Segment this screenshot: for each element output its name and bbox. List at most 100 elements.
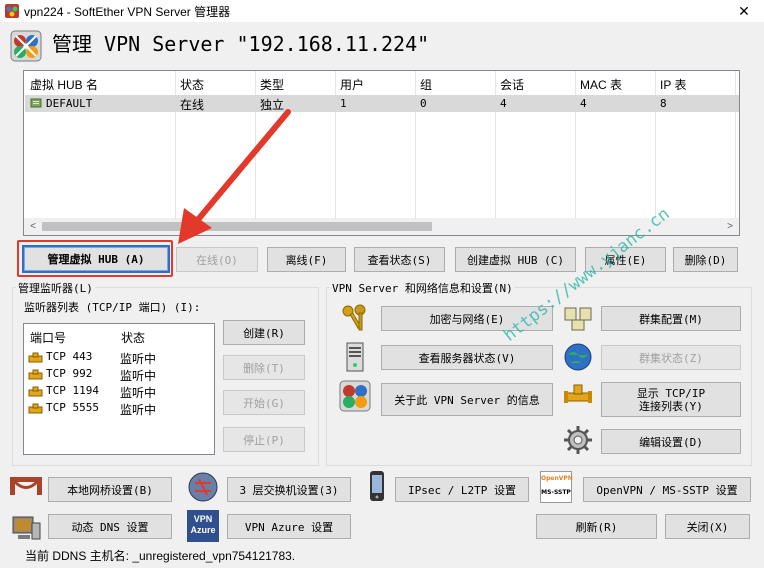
listener-state: 监听中 [120, 352, 157, 366]
cluster-status-button[interactable]: 群集状态(Z) [601, 345, 741, 370]
port-icon [28, 403, 43, 414]
ddns-hostname-text: 当前 DDNS 主机名: _unregistered_vpn754121783. [25, 549, 296, 563]
column-header-ip-table[interactable]: IP 表 [660, 76, 686, 93]
server-manager-icon [10, 30, 42, 62]
table-header: 虚拟 HUB 名 状态 类型 用户 组 会话 MAC 表 IP 表 [24, 71, 739, 95]
openvpn-sstp-button[interactable]: OpenVPN / MS-SSTP 设置 [583, 477, 751, 502]
virtual-hub-table[interactable]: 虚拟 HUB 名 状态 类型 用户 组 会话 MAC 表 IP 表 DEFAUL… [23, 70, 740, 236]
listener-group-label: 管理监听器(L) [16, 280, 95, 296]
listener-port: TCP 1194 [46, 384, 99, 397]
listener-port: TCP 992 [46, 367, 93, 380]
column-divider [415, 71, 416, 221]
column-header-type[interactable]: 类型 [260, 76, 284, 93]
cluster-config-button[interactable]: 群集配置(M) [601, 306, 741, 331]
hub-sessions: 4 [500, 97, 507, 110]
view-server-status-button[interactable]: 查看服务器状态(V) [381, 345, 553, 370]
column-divider [655, 71, 656, 221]
dynamic-dns-button[interactable]: 动态 DNS 设置 [48, 514, 172, 539]
local-bridge-button[interactable]: 本地网桥设置(B) [48, 477, 172, 502]
about-vpn-server-button[interactable]: 关于此 VPN Server 的信息 [381, 383, 553, 416]
column-header-mac-table[interactable]: MAC 表 [580, 76, 622, 93]
column-header-users[interactable]: 用户 [340, 76, 364, 93]
column-divider [735, 71, 736, 221]
edit-config-button[interactable]: 编辑设置(D) [601, 429, 741, 454]
scroll-left-icon[interactable]: < [25, 219, 41, 234]
listener-list-label: 监听器列表 (TCP/IP 端口) (I): [24, 301, 201, 314]
create-listener-button[interactable]: 创建(R) [223, 320, 305, 345]
hub-type: 独立 [260, 98, 285, 112]
online-button[interactable]: 在线(O) [176, 247, 258, 272]
window-title: vpn224 - SoftEther VPN Server 管理器 [24, 5, 231, 19]
list-item[interactable]: TCP 443 监听中 [28, 349, 214, 366]
start-listener-button[interactable]: 开始(G) [223, 390, 305, 415]
port-icon [28, 369, 43, 380]
close-window-button[interactable]: ✕ [724, 0, 764, 22]
close-button[interactable]: 关闭(X) [665, 514, 750, 539]
cluster-config-icon [564, 307, 592, 331]
vpn-azure-button[interactable]: VPN Azure 设置 [227, 514, 351, 539]
column-divider [575, 71, 576, 221]
hub-groups: 0 [420, 97, 427, 110]
list-item[interactable]: TCP 992 监听中 [28, 366, 214, 383]
hub-icon [30, 98, 42, 108]
column-divider [175, 71, 176, 221]
listener-state: 监听中 [120, 403, 157, 417]
hub-status: 在线 [180, 98, 205, 112]
vpn-azure-icon: VPN Azure [187, 510, 219, 542]
azure-icon-label-bottom: Azure [190, 525, 216, 535]
hub-mac-table: 4 [580, 97, 587, 110]
column-divider [335, 71, 336, 221]
manage-virtual-hub-button[interactable]: 管理虚拟 HUB (A) [22, 245, 170, 273]
delete-listener-button[interactable]: 删除(T) [223, 355, 305, 380]
column-divider [255, 71, 256, 221]
phone-icon [370, 471, 384, 501]
list-item[interactable]: TCP 5555 监听中 [28, 400, 214, 417]
show-tcp-connections-button[interactable]: 显示 TCP/IP 连接列表(Y) [601, 382, 741, 417]
openvpn-sstp-icon: OpenVPN MS-SSTP [540, 471, 573, 503]
create-virtual-hub-button[interactable]: 创建虚拟 HUB (C) [455, 247, 576, 272]
hub-name: DEFAULT [46, 97, 93, 110]
column-header-state[interactable]: 状态 [121, 329, 145, 346]
keys-icon [342, 304, 366, 331]
offline-button[interactable]: 离线(F) [267, 247, 346, 272]
tcp-connections-icon [564, 384, 592, 403]
listener-port: TCP 5555 [46, 401, 99, 414]
table-row[interactable]: DEFAULT 在线 独立 1 0 4 4 8 [25, 95, 739, 112]
cluster-status-icon [564, 343, 592, 371]
app-icon [5, 4, 19, 18]
listener-state: 监听中 [120, 369, 157, 383]
azure-icon-label-top: VPN [193, 514, 213, 524]
scroll-right-icon[interactable]: > [722, 219, 738, 234]
listener-state: 监听中 [120, 386, 157, 400]
stop-listener-button[interactable]: 停止(P) [223, 427, 305, 452]
column-header-port[interactable]: 端口号 [30, 329, 66, 346]
hub-users: 1 [340, 97, 347, 110]
server-info-group-label: VPN Server 和网络信息和设置(N) [330, 280, 515, 296]
column-header-hub-name[interactable]: 虚拟 HUB 名 [30, 76, 98, 93]
refresh-button[interactable]: 刷新(R) [536, 514, 657, 539]
column-divider [495, 71, 496, 221]
column-header-status[interactable]: 状态 [180, 76, 204, 93]
delete-hub-button[interactable]: 删除(D) [673, 247, 738, 272]
title-bar: vpn224 - SoftEther VPN Server 管理器 ✕ [0, 0, 764, 22]
gear-icon [564, 426, 592, 454]
ipsec-l2tp-button[interactable]: IPsec / L2TP 设置 [395, 477, 529, 502]
listener-list[interactable]: 端口号 状态 TCP 443 监听中 TCP 992 监听中 TCP 1194 … [23, 323, 215, 455]
openvpn-icon-label: OpenVPN [541, 475, 573, 482]
list-item[interactable]: TCP 1194 监听中 [28, 383, 214, 400]
mssstp-icon-label: MS-SSTP [541, 489, 571, 496]
page-header: 管理 VPN Server "192.168.11.224" [0, 22, 764, 64]
listener-port: TCP 443 [46, 350, 93, 363]
scrollbar-thumb[interactable] [42, 222, 432, 231]
column-header-sessions[interactable]: 会话 [500, 76, 524, 93]
port-icon [28, 386, 43, 397]
view-status-button[interactable]: 查看状态(S) [354, 247, 445, 272]
vpn-server-manager-window: vpn224 - SoftEther VPN Server 管理器 ✕ 管理 V… [0, 0, 764, 568]
layer3-switch-button[interactable]: 3 层交换机设置(3) [227, 477, 351, 502]
about-server-icon [339, 380, 371, 412]
port-icon [28, 352, 43, 363]
hub-ip-table: 8 [660, 97, 667, 110]
page-title: 管理 VPN Server "192.168.11.224" [52, 32, 430, 56]
layer3-switch-icon [188, 472, 218, 502]
column-header-groups[interactable]: 组 [420, 76, 432, 93]
